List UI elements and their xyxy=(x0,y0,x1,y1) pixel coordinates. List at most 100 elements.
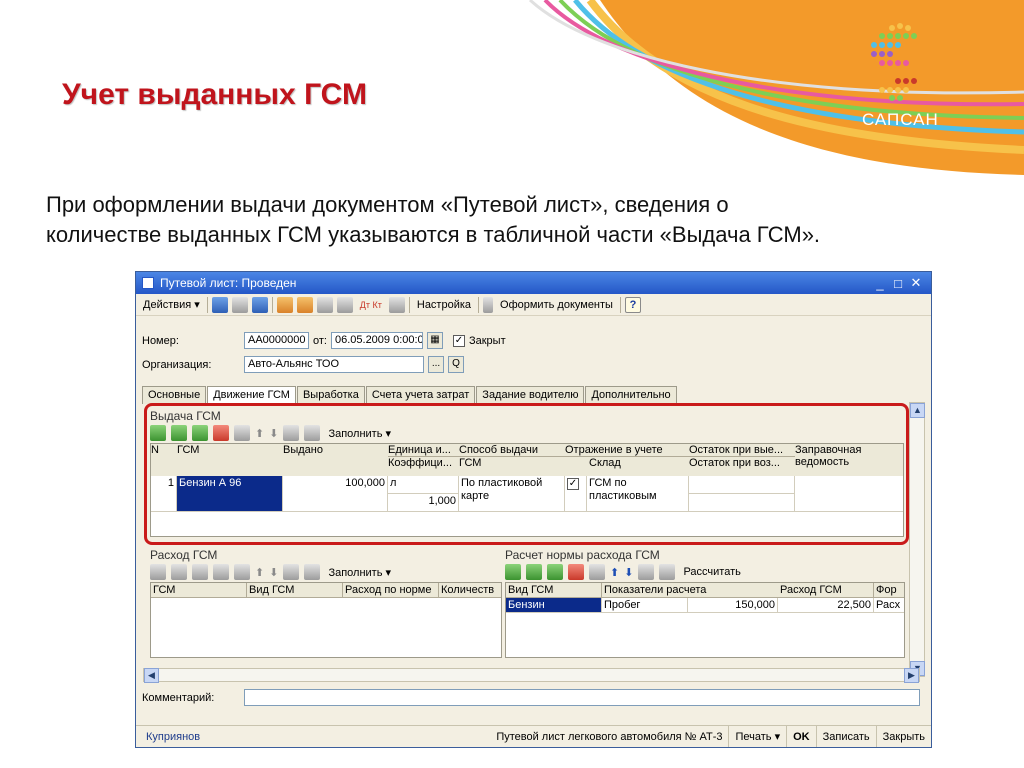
horizontal-scrollbar[interactable]: ◀ ▶ xyxy=(143,668,920,683)
structure-icon[interactable] xyxy=(296,296,313,313)
based-on-icon[interactable] xyxy=(276,296,293,313)
select-button[interactable]: ... xyxy=(428,356,444,373)
end-edit-icon[interactable] xyxy=(589,564,605,580)
tab-output[interactable]: Выработка xyxy=(296,386,365,404)
slide-title: Учет выданных ГСМ xyxy=(62,78,367,111)
intro-line-2: количестве выданных ГСМ указываются в та… xyxy=(46,222,821,247)
sort-asc-icon[interactable] xyxy=(283,564,300,580)
scroll-up-icon[interactable]: ▲ xyxy=(910,403,925,418)
norm-grid: Вид ГСМ Показатели расчета Расход ГСМ Фо… xyxy=(505,582,905,658)
cell-formula[interactable]: Расх xyxy=(874,598,904,613)
consumption-section: Расход ГСМ ⬆ ⬇ Заполнить ▾ ГСМ Вид ГСМ Р… xyxy=(150,548,502,658)
cell-fuel-consumption[interactable]: 22,500 xyxy=(778,598,874,613)
refresh-icon[interactable] xyxy=(251,296,268,313)
date-input[interactable]: 06.05.2009 0:00:0 xyxy=(330,332,423,349)
dt-kt-button[interactable]: Дт Кт xyxy=(357,300,385,310)
comment-row: Комментарий: xyxy=(142,689,920,706)
move-up-icon[interactable]: ⬆ xyxy=(255,566,264,579)
header-calc-indicators[interactable]: Показатели расчета xyxy=(602,583,778,597)
cell-indicator[interactable]: Пробег xyxy=(602,598,688,613)
header-fuel[interactable]: ГСМ xyxy=(151,583,247,597)
vertical-scrollbar[interactable]: ▲ ▼ xyxy=(909,402,925,677)
close-button[interactable]: Закрыть xyxy=(875,726,931,747)
move-up-icon[interactable]: ⬆ xyxy=(610,566,619,579)
header-formula[interactable]: Фор xyxy=(874,583,904,597)
waybill-window: Путевой лист: Проведен _ □ ✕ Действия ▾ … xyxy=(135,271,932,748)
tab-cost-accounts[interactable]: Счета учета затрат xyxy=(365,386,476,404)
edit-row-icon[interactable] xyxy=(547,564,563,580)
cell-fuel-type[interactable]: Бензин xyxy=(506,598,602,613)
sort-asc-icon[interactable] xyxy=(638,564,655,580)
form-name: Путевой лист легкового автомобиля № АТ-3 xyxy=(496,730,723,743)
list-icon[interactable] xyxy=(316,296,333,313)
tab-additional[interactable]: Дополнительно xyxy=(585,386,677,404)
edit-row-icon[interactable] xyxy=(192,564,208,580)
add-row-icon[interactable] xyxy=(505,564,521,580)
number-row: Номер: АА0000000 от: 06.05.2009 0:00:0 ▦… xyxy=(142,332,506,349)
organization-input[interactable]: Авто-Альянс ТОО xyxy=(244,356,424,373)
tabs-bar: Основные Движение ГСМ Выработка Счета уч… xyxy=(142,386,678,404)
ok-button[interactable]: OK xyxy=(786,726,816,747)
close-window-button[interactable]: ✕ xyxy=(907,275,925,291)
copy-row-icon[interactable] xyxy=(526,564,542,580)
window-title: Путевой лист: Проведен xyxy=(160,276,297,290)
calendar-icon[interactable]: ▦ xyxy=(426,332,443,349)
print-button[interactable]: Печать ▾ xyxy=(728,726,786,747)
document-view-icon[interactable] xyxy=(231,296,248,313)
organization-label: Организация: xyxy=(142,358,212,371)
add-row-icon[interactable] xyxy=(150,564,166,580)
consumption-grid: ГСМ Вид ГСМ Расход по норме Количеств xyxy=(150,582,502,658)
consumption-title: Расход ГСМ xyxy=(150,548,218,562)
norm-toolbar: ⬆ ⬇ Рассчитать xyxy=(505,562,908,582)
header-norm-consumption[interactable]: Расход по норме xyxy=(343,583,439,597)
intro-line-1: При оформлении выдачи документом «Путево… xyxy=(46,192,729,217)
user-name[interactable]: Куприянов xyxy=(136,731,490,743)
comment-input[interactable] xyxy=(244,689,920,706)
report-icon[interactable] xyxy=(388,296,405,313)
save-button[interactable]: Записать xyxy=(815,726,876,747)
tab-fuel-movement[interactable]: Движение ГСМ xyxy=(207,386,296,404)
header-quantity[interactable]: Количеств xyxy=(439,583,501,597)
header-fuel-type[interactable]: Вид ГСМ xyxy=(247,583,343,597)
delete-row-icon[interactable] xyxy=(213,564,229,580)
sort-desc-icon[interactable] xyxy=(659,564,676,580)
settings-button[interactable]: Настройка xyxy=(414,299,474,311)
help-icon[interactable]: ? xyxy=(624,296,641,313)
table-row[interactable]: Бензин Пробег 150,000 22,500 Расх xyxy=(506,598,904,613)
make-documents-button[interactable]: Оформить документы xyxy=(497,299,616,311)
number-input[interactable]: АА0000000 xyxy=(244,332,309,349)
tab-driver-task[interactable]: Задание водителю xyxy=(476,386,585,404)
document-icon xyxy=(142,277,154,289)
scroll-left-icon[interactable]: ◀ xyxy=(144,668,159,683)
window-titlebar[interactable]: Путевой лист: Проведен _ □ ✕ xyxy=(136,272,931,294)
toolbar-separator xyxy=(408,296,410,313)
norm-section: Расчет нормы расхода ГСМ ⬆ ⬇ Рассчитать … xyxy=(505,548,908,658)
move-down-icon[interactable]: ⬇ xyxy=(269,566,278,579)
closed-label: Закрыт xyxy=(468,334,506,347)
copy-row-icon[interactable] xyxy=(171,564,187,580)
scroll-right-icon[interactable]: ▶ xyxy=(904,668,919,683)
tab-main[interactable]: Основные xyxy=(142,386,207,404)
norm-grid-header: Вид ГСМ Показатели расчета Расход ГСМ Фо… xyxy=(506,583,904,598)
search-icon[interactable]: Q xyxy=(448,356,464,373)
header-fuel-consumption[interactable]: Расход ГСМ xyxy=(778,583,874,597)
end-edit-icon[interactable] xyxy=(234,564,250,580)
intro-text: При оформлении выдачи документом «Путево… xyxy=(46,190,978,250)
number-label: Номер: xyxy=(142,334,179,347)
cell-indicator-value[interactable]: 150,000 xyxy=(688,598,778,613)
delete-row-icon[interactable] xyxy=(568,564,584,580)
closed-checkbox[interactable]: ✓ xyxy=(452,334,465,347)
fill-menu[interactable]: Заполнить ▾ xyxy=(325,566,394,579)
make-documents-icon xyxy=(483,296,494,313)
sort-desc-icon[interactable] xyxy=(304,564,321,580)
post-icon[interactable] xyxy=(211,296,228,313)
minimize-button[interactable]: _ xyxy=(871,276,889,291)
toolbar-separator xyxy=(478,296,480,313)
tree-icon[interactable] xyxy=(336,296,353,313)
date-label: от: xyxy=(313,334,327,347)
actions-menu[interactable]: Действия ▾ xyxy=(140,298,203,311)
move-down-icon[interactable]: ⬇ xyxy=(624,566,633,579)
maximize-button[interactable]: □ xyxy=(889,276,907,291)
header-fuel-type[interactable]: Вид ГСМ xyxy=(506,583,602,597)
calculate-button[interactable]: Рассчитать xyxy=(680,566,743,578)
